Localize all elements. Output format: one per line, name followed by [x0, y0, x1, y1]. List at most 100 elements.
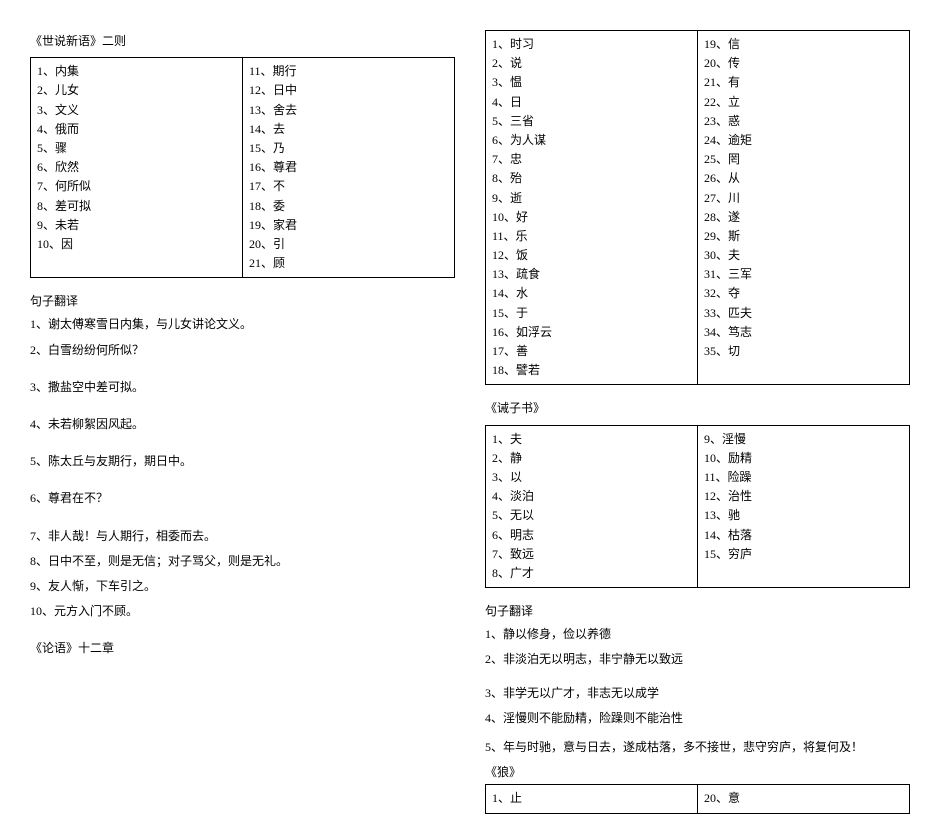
vocab-item: 14、枯落	[704, 526, 903, 545]
vocab-item: 32、夺	[704, 284, 903, 303]
vocab-col-2: 19、信 20、传 21、有 22、立 23、惑 24、逾矩 25、罔 26、从…	[697, 31, 909, 384]
vocab-item: 6、为人谋	[492, 131, 691, 150]
vocab-item: 9、未若	[37, 216, 236, 235]
sentence-item: 6、尊君在不？	[30, 489, 455, 508]
sentence-item: 1、静以修身，俭以养德	[485, 625, 910, 644]
vocab-item: 33、匹夫	[704, 304, 903, 323]
vocab-item: 15、乃	[249, 139, 448, 158]
vocab-item: 8、差可拟	[37, 197, 236, 216]
sentence-item: 4、未若柳絮因风起。	[30, 415, 455, 434]
sentence-item: 1、谢太傅寒雪日内集，与儿女讲论文义。	[30, 315, 455, 334]
vocab-item: 23、惑	[704, 112, 903, 131]
sentence-item: 8、日中不至，则是无信；对子骂父，则是无礼。	[30, 552, 455, 571]
vocab-col-1: 1、时习 2、说 3、愠 4、日 5、三省 6、为人谋 7、忠 8、殆 9、逝 …	[486, 31, 697, 384]
vocab-item: 20、意	[704, 789, 903, 808]
sentence-item: 3、撒盐空中差可拟。	[30, 378, 455, 397]
vocab-table-shishuo: 1、内集 2、儿女 3、文义 4、俄而 5、骤 6、欣然 7、何所似 8、差可拟…	[30, 57, 455, 278]
vocab-item: 5、无以	[492, 506, 691, 525]
sentence-item: 2、白雪纷纷何所似？	[30, 341, 455, 360]
vocab-table-jiezi: 1、夫 2、静 3、以 4、淡泊 5、无以 6、明志 7、致远 8、广才 9、淫…	[485, 425, 910, 589]
section-title-lunyu: 《论语》十二章	[30, 639, 455, 658]
vocab-col-1: 1、止	[486, 785, 697, 812]
vocab-item: 4、日	[492, 93, 691, 112]
section-title-lang: 《狼》	[485, 763, 910, 782]
vocab-item: 25、罔	[704, 150, 903, 169]
vocab-item: 18、譬若	[492, 361, 691, 380]
vocab-item: 6、欣然	[37, 158, 236, 177]
vocab-table-lang: 1、止 20、意	[485, 784, 910, 813]
vocab-item: 5、三省	[492, 112, 691, 131]
sentence-item: 5、年与时驰，意与日去，遂成枯落，多不接世，悲守穷庐，将复何及！	[485, 738, 910, 757]
vocab-item: 27、川	[704, 189, 903, 208]
vocab-item: 13、疏食	[492, 265, 691, 284]
vocab-item: 24、逾矩	[704, 131, 903, 150]
sentence-translation-header: 句子翻译	[30, 292, 455, 311]
section-title-jiezi: 《诫子书》	[485, 399, 910, 418]
vocab-item: 12、日中	[249, 81, 448, 100]
vocab-item: 16、如浮云	[492, 323, 691, 342]
vocab-item: 12、治性	[704, 487, 903, 506]
vocab-item: 4、俄而	[37, 120, 236, 139]
vocab-item: 4、淡泊	[492, 487, 691, 506]
sentence-translation-header: 句子翻译	[485, 602, 910, 621]
vocab-col-2: 20、意	[697, 785, 909, 812]
sentence-item: 7、非人哉！与人期行，相委而去。	[30, 527, 455, 546]
vocab-item: 28、遂	[704, 208, 903, 227]
vocab-item: 19、信	[704, 35, 903, 54]
vocab-item: 12、饭	[492, 246, 691, 265]
vocab-item: 9、淫慢	[704, 430, 903, 449]
vocab-item: 11、乐	[492, 227, 691, 246]
vocab-item: 3、文义	[37, 101, 236, 120]
vocab-item: 1、内集	[37, 62, 236, 81]
vocab-item: 7、致远	[492, 545, 691, 564]
vocab-item: 7、忠	[492, 150, 691, 169]
vocab-item: 15、于	[492, 304, 691, 323]
vocab-item: 31、三军	[704, 265, 903, 284]
vocab-item: 17、不	[249, 177, 448, 196]
vocab-item: 8、广才	[492, 564, 691, 583]
vocab-item: 13、舍去	[249, 101, 448, 120]
vocab-col-1: 1、内集 2、儿女 3、文义 4、俄而 5、骤 6、欣然 7、何所似 8、差可拟…	[31, 58, 242, 277]
sentence-item: 4、淫慢则不能励精，险躁则不能治性	[485, 709, 910, 728]
vocab-item: 1、夫	[492, 430, 691, 449]
vocab-item: 14、去	[249, 120, 448, 139]
vocab-item: 1、止	[492, 789, 691, 808]
sentence-item: 5、陈太丘与友期行，期日中。	[30, 452, 455, 471]
vocab-item: 20、传	[704, 54, 903, 73]
vocab-item: 26、从	[704, 169, 903, 188]
vocab-item: 13、驰	[704, 506, 903, 525]
vocab-item: 14、水	[492, 284, 691, 303]
vocab-item: 29、斯	[704, 227, 903, 246]
vocab-table-lunyu: 1、时习 2、说 3、愠 4、日 5、三省 6、为人谋 7、忠 8、殆 9、逝 …	[485, 30, 910, 385]
vocab-col-2: 11、期行 12、日中 13、舍去 14、去 15、乃 16、尊君 17、不 1…	[242, 58, 454, 277]
vocab-item: 35、切	[704, 342, 903, 361]
vocab-item: 30、夫	[704, 246, 903, 265]
vocab-item: 10、好	[492, 208, 691, 227]
vocab-col-1: 1、夫 2、静 3、以 4、淡泊 5、无以 6、明志 7、致远 8、广才	[486, 426, 697, 588]
vocab-item: 3、以	[492, 468, 691, 487]
vocab-item: 16、尊君	[249, 158, 448, 177]
vocab-item: 21、顾	[249, 254, 448, 273]
vocab-item: 20、引	[249, 235, 448, 254]
sentence-item: 2、非淡泊无以明志，非宁静无以致远	[485, 650, 910, 669]
section-title-shishuo: 《世说新语》二则	[30, 32, 455, 51]
vocab-item: 5、骤	[37, 139, 236, 158]
vocab-item: 10、励精	[704, 449, 903, 468]
vocab-item: 10、因	[37, 235, 236, 254]
vocab-item: 2、静	[492, 449, 691, 468]
vocab-item: 11、期行	[249, 62, 448, 81]
vocab-item: 6、明志	[492, 526, 691, 545]
sentence-item: 9、友人惭，下车引之。	[30, 577, 455, 596]
vocab-item: 2、儿女	[37, 81, 236, 100]
vocab-item: 2、说	[492, 54, 691, 73]
vocab-item: 21、有	[704, 73, 903, 92]
vocab-item: 3、愠	[492, 73, 691, 92]
vocab-item: 15、穷庐	[704, 545, 903, 564]
sentence-item: 10、元方入门不顾。	[30, 602, 455, 621]
vocab-item: 22、立	[704, 93, 903, 112]
vocab-item: 9、逝	[492, 189, 691, 208]
vocab-item: 34、笃志	[704, 323, 903, 342]
vocab-item: 19、家君	[249, 216, 448, 235]
vocab-col-2: 9、淫慢 10、励精 11、险躁 12、治性 13、驰 14、枯落 15、穷庐	[697, 426, 909, 588]
vocab-item: 18、委	[249, 197, 448, 216]
